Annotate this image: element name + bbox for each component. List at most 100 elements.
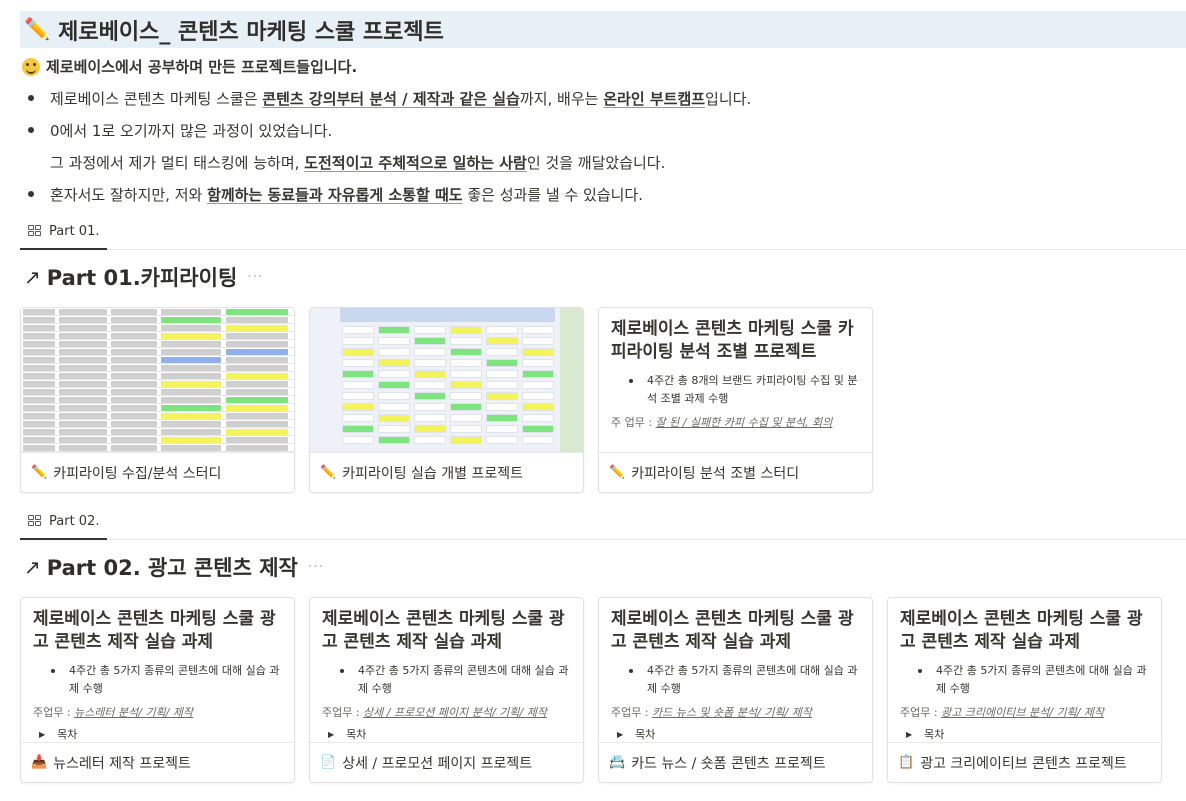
duty-label: 주업무 :	[33, 706, 75, 719]
sheet-cell	[23, 397, 55, 403]
gallery-card[interactable]: 제로베이스 콘텐츠 마케팅 스쿨 광고 콘텐츠 제작 실습 과제 4주간 총 5가…	[887, 597, 1162, 783]
card-title[interactable]: ✏️ 카피라이팅 실습 개별 프로젝트	[310, 452, 583, 492]
card-title[interactable]: ✏️ 카피라이팅 수집/분석 스터디	[21, 452, 294, 492]
schedule-cell	[378, 381, 410, 389]
intro-text: 제로베이스에서 공부하며 만든 프로젝트들입니다.	[22, 56, 357, 77]
part2-heading-text: Part 02. 광고 콘텐츠 제작	[46, 556, 298, 580]
gallery-card[interactable]: ✏️ 카피라이팅 수집/분석 스터디	[20, 307, 295, 493]
sheet-cell	[111, 373, 157, 379]
sheet-cell	[161, 349, 221, 355]
gallery-card[interactable]: 제로베이스 콘텐츠 마케팅 스쿨 카피라이팅 분석 조별 프로젝트 4주간 총 …	[598, 307, 873, 493]
bullet-emphasis: 도전적이고 주체적으로 일하는 사람	[304, 154, 527, 172]
card-title-text: 카드 뉴스 / 숏폼 콘텐츠 프로젝트	[631, 755, 826, 772]
sheet-cell	[111, 445, 157, 451]
link-arrow-icon: ↗	[24, 265, 41, 289]
sheet-cell	[23, 365, 55, 371]
gallery-card[interactable]: 제로베이스 콘텐츠 마케팅 스쿨 광고 콘텐츠 제작 실습 과제 4주간 총 5가…	[20, 597, 295, 783]
schedule-cell	[342, 348, 374, 356]
card-title[interactable]: 📥 뉴스레터 제작 프로젝트	[21, 742, 294, 782]
card-title[interactable]: 📋 광고 크리에이티브 콘텐츠 프로젝트	[888, 742, 1161, 782]
card-title[interactable]: 📇 카드 뉴스 / 숏폼 콘텐츠 프로젝트	[599, 742, 872, 782]
sheet-cell	[111, 333, 157, 339]
preview-duty: 주 업무 : 잘 된 / 실패한 카피 수집 및 분석, 회의	[611, 414, 860, 430]
sheet-cell	[226, 445, 288, 451]
tab-label: Part 02.	[49, 513, 100, 529]
schedule-cell	[378, 425, 410, 433]
sheet-cell	[59, 429, 107, 435]
toggle-label: 목차	[924, 728, 945, 741]
schedule-cell	[486, 337, 518, 345]
schedule-cell	[342, 403, 374, 411]
sheet-row	[21, 356, 294, 364]
sheet-cell	[59, 413, 107, 419]
sheet-cell	[226, 349, 288, 355]
preview-list: 4주간 총 5가지 종류의 콘텐츠에 대해 실습 과제 수행	[33, 662, 282, 698]
sheet-cell	[59, 341, 107, 347]
schedule-cell	[522, 392, 554, 400]
sheet-row	[21, 308, 294, 316]
more-options-icon[interactable]: ···	[247, 269, 263, 285]
sheet-cell	[23, 381, 55, 387]
schedule-cell	[450, 370, 482, 378]
toc-toggle[interactable]: ▶ 목차	[322, 726, 571, 742]
sheet-side-column	[560, 308, 583, 453]
card-title-text: 카피라이팅 수집/분석 스터디	[53, 465, 222, 482]
sheet-cell	[111, 317, 157, 323]
tab-part-02[interactable]: Part 02.	[20, 504, 108, 540]
schedule-cell	[342, 392, 374, 400]
sheet-cell	[23, 437, 55, 443]
sheet-cell	[23, 325, 55, 331]
preview-duty: 주업무 : 상세 / 프로모션 페이지 분석/ 기획/ 제작	[322, 704, 571, 720]
sheet-cell	[161, 325, 221, 331]
card-title[interactable]: 📄 상세 / 프로모션 페이지 프로젝트	[310, 742, 583, 782]
gallery-view-icon	[28, 515, 42, 527]
schedule-cell	[450, 348, 482, 356]
part2-heading[interactable]: ↗ Part 02. 광고 콘텐츠 제작 ···	[24, 552, 324, 582]
schedule-cell	[378, 392, 410, 400]
sheet-row	[21, 316, 294, 324]
sheet-cell	[226, 365, 288, 371]
toc-toggle[interactable]: ▶ 목차	[900, 726, 1149, 742]
bullet-dot	[28, 191, 34, 197]
tab-part-01[interactable]: Part 01.	[20, 214, 108, 250]
sheet-cell	[161, 437, 221, 443]
part1-heading[interactable]: ↗ Part 01.카피라이팅 ···	[24, 262, 264, 292]
schedule-cell	[378, 359, 410, 367]
sheet-cell	[161, 405, 221, 411]
schedule-cell	[450, 359, 482, 367]
gallery-card[interactable]: ✏️ 카피라이팅 실습 개별 프로젝트	[309, 307, 584, 493]
sheet-cell	[226, 373, 288, 379]
schedule-cell	[522, 414, 554, 422]
toggle-label: 목차	[57, 728, 78, 741]
sheet-cell	[23, 373, 55, 379]
sheet-cell	[226, 429, 288, 435]
triangle-right-icon: ▶	[328, 729, 335, 739]
gallery-card[interactable]: 제로베이스 콘텐츠 마케팅 스쿨 광고 콘텐츠 제작 실습 과제 4주간 총 5가…	[598, 597, 873, 783]
sheet-row	[21, 436, 294, 444]
toc-toggle[interactable]: ▶ 목차	[611, 726, 860, 742]
sheet-cell	[161, 389, 221, 395]
schedule-cell	[522, 326, 554, 334]
sheet-cell	[111, 429, 157, 435]
duty-value: 광고 크리에이티브 분석/ 기획/ 제작	[941, 706, 1105, 719]
bullet-dot	[28, 127, 34, 133]
sheet-cell	[226, 397, 288, 403]
card-title-text: 광고 크리에이티브 콘텐츠 프로젝트	[920, 755, 1127, 772]
gallery-card[interactable]: 제로베이스 콘텐츠 마케팅 스쿨 광고 콘텐츠 제작 실습 과제 4주간 총 5가…	[309, 597, 584, 783]
triangle-right-icon: ▶	[617, 729, 624, 739]
card-title[interactable]: ✏️ 카피라이팅 분석 조별 스터디	[599, 452, 872, 492]
schedule-cell	[342, 370, 374, 378]
schedule-cell	[378, 326, 410, 334]
more-options-icon[interactable]: ···	[308, 559, 324, 575]
sheet-cell	[23, 357, 55, 363]
bullet-text-part: 좋은 성과를 낼 수 있습니다.	[462, 186, 643, 204]
duty-label: 주업무 :	[322, 706, 364, 719]
sheet-cell	[226, 389, 288, 395]
sheet-cell	[111, 413, 157, 419]
bullet-text-part: 그 과정에서 제가 멀티 태스킹에 능하며,	[50, 154, 305, 172]
schedule-cell	[378, 436, 410, 444]
sheet-row	[21, 340, 294, 348]
toc-toggle[interactable]: ▶ 목차	[33, 726, 282, 742]
link-arrow-icon: ↗	[24, 555, 41, 579]
sheet-cell	[161, 333, 221, 339]
